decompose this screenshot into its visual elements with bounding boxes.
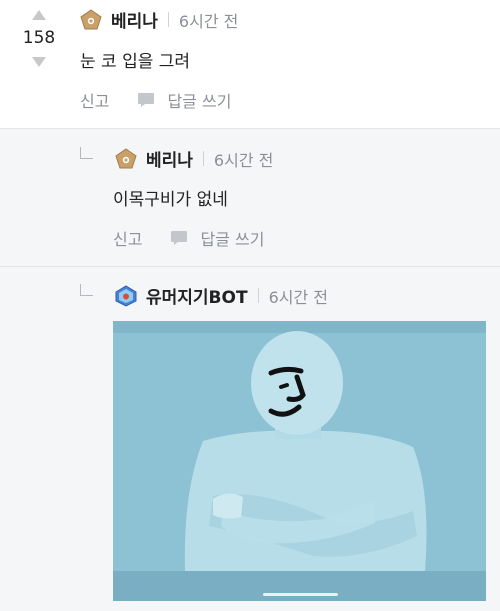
author-name[interactable]: 유머지기BOT [146, 283, 248, 308]
timestamp: 6시간 전 [178, 11, 239, 31]
vote-column: 158 [14, 10, 64, 67]
attached-image[interactable] [113, 321, 486, 601]
reply-label: 답글 쓰기 [200, 230, 265, 249]
reply-comment: 베리나 6시간 전 이목구비가 없네 신고 답글 쓰기 [0, 128, 500, 267]
reply-comment: 유머지기BOT 6시간 전 [0, 266, 500, 611]
level-badge-icon [115, 147, 137, 170]
reply-button[interactable]: 답글 쓰기 [109, 88, 231, 112]
comment-text: 이목구비가 없네 [113, 190, 228, 210]
timestamp: 6시간 전 [268, 287, 329, 307]
reply-button[interactable]: 답글 쓰기 [142, 226, 264, 250]
comment-header: 베리나 6시간 전 [80, 7, 238, 32]
comment: 158 베리나 6시간 전 눈 코 입을 그려 신고 답글 쓰기 [0, 0, 500, 128]
comment-header: 유머지기BOT 6시간 전 [115, 283, 328, 308]
timestamp: 6시간 전 [213, 150, 274, 170]
header-divider [167, 12, 169, 27]
mannequin-drawing-image [113, 321, 486, 601]
comment-actions: 신고 답글 쓰기 [113, 226, 264, 250]
reply-indicator-icon [80, 284, 93, 296]
reply-label: 답글 쓰기 [167, 92, 232, 111]
report-button[interactable]: 신고 [113, 226, 142, 250]
header-divider [202, 151, 204, 166]
author-name[interactable]: 베리나 [111, 7, 158, 32]
comment-header: 베리나 6시간 전 [115, 146, 273, 171]
upvote-icon[interactable] [32, 10, 46, 20]
author-name[interactable]: 베리나 [146, 146, 193, 171]
downvote-icon[interactable] [32, 57, 46, 67]
comment-actions: 신고 답글 쓰기 [80, 88, 231, 112]
chat-bubble-icon [170, 230, 188, 246]
bot-badge-icon [115, 284, 137, 307]
reply-indicator-icon [80, 147, 93, 159]
chat-bubble-icon [137, 92, 155, 108]
level-badge-icon [80, 8, 102, 31]
header-divider [257, 288, 259, 303]
comment-text: 눈 코 입을 그려 [80, 52, 191, 72]
report-button[interactable]: 신고 [80, 88, 109, 112]
vote-score: 158 [22, 28, 56, 48]
